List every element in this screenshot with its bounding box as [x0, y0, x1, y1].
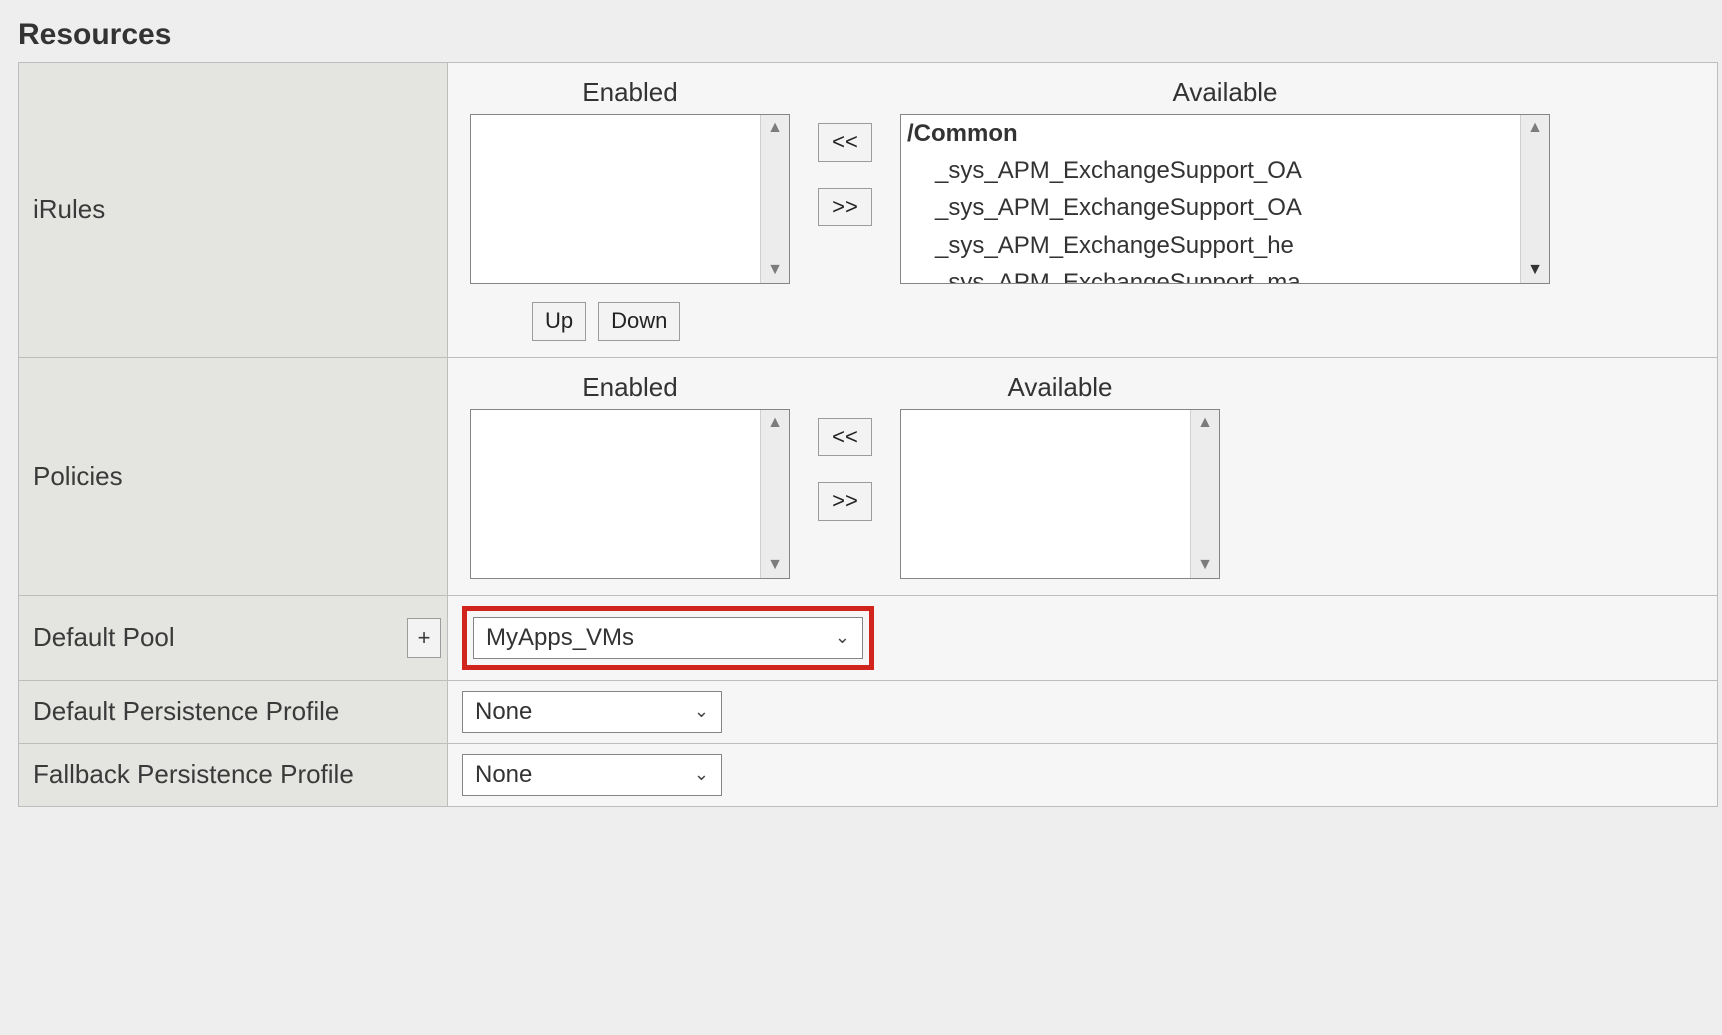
row-irules: iRules Enabled ▲ ▼ — [19, 63, 1718, 358]
add-pool-button[interactable]: + — [407, 618, 441, 658]
scroll-up-icon[interactable]: ▲ — [767, 410, 783, 436]
heading-enabled: Enabled — [470, 77, 790, 108]
down-button[interactable]: Down — [598, 302, 680, 341]
list-group: /Common — [907, 115, 1519, 152]
label-fallback-persistence: Fallback Persistence Profile — [19, 743, 448, 806]
scrollbar[interactable]: ▲ ▼ — [760, 115, 789, 283]
scrollbar[interactable]: ▲ ▼ — [1520, 115, 1549, 283]
move-right-button[interactable]: >> — [818, 482, 872, 521]
heading-available: Available — [900, 77, 1550, 108]
chevron-down-icon: ⌄ — [694, 701, 709, 722]
list-item[interactable]: _sys_APM_ExchangeSupport_he — [907, 227, 1519, 264]
policies-available-listbox[interactable]: ▲ ▼ — [900, 409, 1220, 579]
default-persistence-select[interactable]: None ⌄ — [462, 691, 722, 733]
move-left-button[interactable]: << — [818, 123, 872, 162]
up-button[interactable]: Up — [532, 302, 586, 341]
move-right-button[interactable]: >> — [818, 188, 872, 227]
scroll-up-icon[interactable]: ▲ — [1197, 410, 1213, 436]
scroll-up-icon[interactable]: ▲ — [1527, 115, 1543, 141]
default-pool-select[interactable]: MyApps_VMs ⌄ — [473, 617, 863, 659]
heading-available: Available — [900, 372, 1220, 403]
scrollbar[interactable]: ▲ ▼ — [760, 410, 789, 578]
label-irules: iRules — [19, 63, 448, 358]
section-title: Resources — [18, 18, 1718, 52]
list-item[interactable]: _sys_APM_ExchangeSupport_ma — [907, 264, 1519, 284]
scroll-up-icon[interactable]: ▲ — [767, 115, 783, 141]
row-policies: Policies Enabled ▲ ▼ — [19, 357, 1718, 595]
scroll-down-icon[interactable]: ▼ — [767, 257, 783, 283]
irules-available-listbox[interactable]: /Common_sys_APM_ExchangeSupport_OA_sys_A… — [900, 114, 1550, 284]
list-item[interactable]: _sys_APM_ExchangeSupport_OA — [907, 152, 1519, 189]
row-default-persistence: Default Persistence Profile None ⌄ — [19, 680, 1718, 743]
scroll-down-icon[interactable]: ▼ — [1527, 257, 1543, 283]
fallback-persistence-value: None — [475, 761, 532, 789]
label-default-pool: Default Pool — [33, 622, 175, 652]
row-default-pool: Default Pool + MyApps_VMs ⌄ — [19, 595, 1718, 680]
chevron-down-icon: ⌄ — [835, 627, 850, 648]
move-left-button[interactable]: << — [818, 418, 872, 457]
policies-enabled-listbox[interactable]: ▲ ▼ — [470, 409, 790, 579]
default-pool-highlight: MyApps_VMs ⌄ — [462, 606, 874, 670]
row-fallback-persistence: Fallback Persistence Profile None ⌄ — [19, 743, 1718, 806]
heading-enabled: Enabled — [470, 372, 790, 403]
scrollbar[interactable]: ▲ ▼ — [1190, 410, 1219, 578]
label-default-persistence: Default Persistence Profile — [19, 680, 448, 743]
resources-table: iRules Enabled ▲ ▼ — [18, 62, 1718, 807]
list-item[interactable]: _sys_APM_ExchangeSupport_OA — [907, 189, 1519, 226]
default-persistence-value: None — [475, 698, 532, 726]
scroll-down-icon[interactable]: ▼ — [767, 552, 783, 578]
default-pool-value: MyApps_VMs — [486, 624, 634, 652]
scroll-down-icon[interactable]: ▼ — [1197, 552, 1213, 578]
fallback-persistence-select[interactable]: None ⌄ — [462, 754, 722, 796]
irules-enabled-listbox[interactable]: ▲ ▼ — [470, 114, 790, 284]
label-policies: Policies — [19, 357, 448, 595]
chevron-down-icon: ⌄ — [694, 764, 709, 785]
